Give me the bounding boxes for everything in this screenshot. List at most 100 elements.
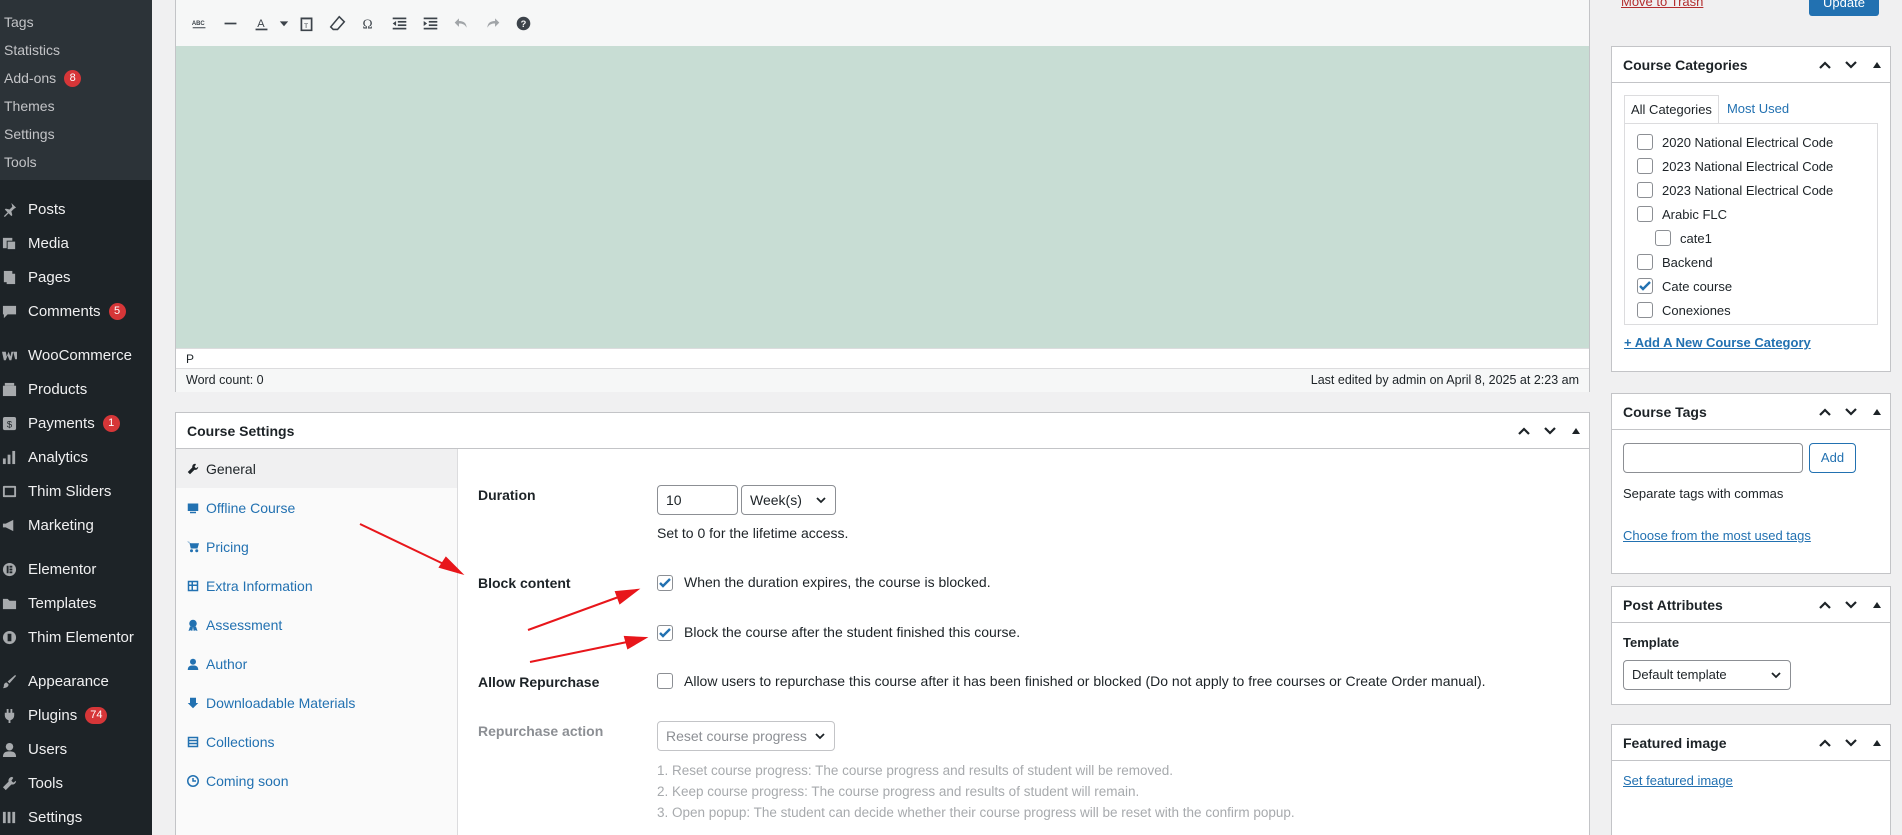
category-checkbox[interactable] (1637, 302, 1653, 318)
chevron-down-icon[interactable] (1838, 52, 1864, 78)
choose-tags-link[interactable]: Choose from the most used tags (1623, 528, 1811, 543)
block-expire-checkbox[interactable] (657, 575, 673, 591)
help-icon[interactable]: ? (508, 9, 539, 37)
paste-text-icon[interactable]: T (291, 9, 322, 37)
chevron-down-icon[interactable] (1838, 399, 1864, 425)
category-checkbox[interactable] (1655, 230, 1671, 246)
text-color-dropdown-icon[interactable] (277, 9, 291, 37)
menu-templates[interactable]: Templates (0, 586, 152, 620)
menu-elementor[interactable]: Elementor (0, 552, 152, 586)
undo-icon[interactable] (446, 9, 477, 37)
category-item[interactable]: Backend (1625, 250, 1877, 274)
tab-general[interactable]: General (176, 449, 457, 488)
settings-icon (0, 810, 28, 825)
toggle-panel-icon[interactable] (1864, 52, 1890, 78)
indent-icon[interactable] (415, 9, 446, 37)
tab-most-used[interactable]: Most Used (1719, 95, 1797, 123)
submenu-tags[interactable]: Tags (0, 8, 152, 36)
menu-users[interactable]: Users (0, 732, 152, 766)
menu-woocommerce[interactable]: WooCommerce (0, 338, 152, 372)
tag-input[interactable] (1623, 443, 1803, 473)
menu-marketing[interactable]: Marketing (0, 508, 152, 542)
tab-all-categories[interactable]: All Categories (1624, 95, 1719, 123)
block-finished-checkbox[interactable] (657, 625, 673, 641)
chevron-up-icon[interactable] (1511, 418, 1537, 444)
category-item[interactable]: Cate course (1625, 274, 1877, 298)
submenu-statistics[interactable]: Statistics (0, 36, 152, 64)
menu-analytics[interactable]: Analytics (0, 440, 152, 474)
category-item[interactable]: 2023 National Electrical Code (1625, 178, 1877, 202)
category-checkbox[interactable] (1637, 182, 1653, 198)
toggle-panel-icon[interactable] (1864, 592, 1890, 618)
category-item[interactable]: Arabic FLC (1625, 202, 1877, 226)
set-featured-image-link[interactable]: Set featured image (1623, 773, 1733, 788)
category-item[interactable]: Conexiones (1625, 298, 1877, 322)
allow-repurchase-checkbox[interactable] (657, 673, 673, 689)
menu-thim-sliders[interactable]: Thim Sliders (0, 474, 152, 508)
duration-unit-select[interactable]: Week(s) (741, 485, 836, 515)
addons-badge: 8 (64, 69, 82, 87)
chevron-down-icon[interactable] (1838, 592, 1864, 618)
submenu-tools[interactable]: Tools (0, 148, 152, 176)
user-icon (187, 658, 199, 670)
tab-extra-information[interactable]: Extra Information (176, 566, 457, 605)
redo-icon[interactable] (477, 9, 508, 37)
outdent-icon[interactable] (384, 9, 415, 37)
chevron-up-icon[interactable] (1812, 592, 1838, 618)
text-color-icon[interactable]: A (246, 9, 277, 37)
menu-posts[interactable]: Posts (0, 192, 152, 226)
submenu-themes[interactable]: Themes (0, 92, 152, 120)
menu-settings[interactable]: Settings (0, 800, 152, 834)
tab-author[interactable]: Author (176, 644, 457, 683)
template-select[interactable]: Default template (1623, 660, 1791, 690)
horizontal-line-icon[interactable] (215, 9, 246, 37)
tab-assessment[interactable]: Assessment (176, 605, 457, 644)
spellcheck-icon[interactable]: ABC (184, 9, 215, 37)
tab-offline-course[interactable]: Offline Course (176, 488, 457, 527)
clear-formatting-icon[interactable] (322, 9, 353, 37)
toggle-panel-icon[interactable] (1864, 730, 1890, 756)
menu-media[interactable]: Media (0, 226, 152, 260)
move-to-trash-link[interactable]: Move to Trash (1621, 0, 1703, 9)
special-character-icon[interactable]: Ω (353, 9, 384, 37)
tab-collections[interactable]: Collections (176, 722, 457, 761)
slider-icon (0, 484, 28, 499)
add-tag-button[interactable]: Add (1809, 443, 1856, 473)
chevron-down-icon[interactable] (1537, 418, 1563, 444)
menu-comments[interactable]: Comments 5 (0, 294, 152, 328)
category-checkbox[interactable] (1637, 134, 1653, 150)
chevron-up-icon[interactable] (1812, 399, 1838, 425)
category-item[interactable]: 2023 National Electrical Code (1625, 154, 1877, 178)
chevron-up-icon[interactable] (1812, 730, 1838, 756)
add-category-link[interactable]: + Add A New Course Category (1624, 335, 1811, 350)
category-checkbox-checked[interactable] (1637, 278, 1653, 294)
menu-payments[interactable]: $ Payments 1 (0, 406, 152, 440)
category-checkbox[interactable] (1637, 206, 1653, 222)
category-checkbox[interactable] (1637, 254, 1653, 270)
tab-downloadable-materials[interactable]: Downloadable Materials (176, 683, 457, 722)
category-checkbox[interactable] (1637, 158, 1653, 174)
menu-tools[interactable]: Tools (0, 766, 152, 800)
repurchase-action-select[interactable]: Reset course progress (657, 721, 835, 751)
menu-products[interactable]: Products (0, 372, 152, 406)
chevron-down-icon[interactable] (1838, 730, 1864, 756)
menu-plugins[interactable]: Plugins 74 (0, 698, 152, 732)
submenu-addons[interactable]: Add-ons 8 (0, 64, 152, 92)
chevron-down-icon (816, 497, 826, 504)
tags-hint: Separate tags with commas (1623, 486, 1784, 501)
category-item[interactable]: 2020 National Electrical Code (1625, 130, 1877, 154)
category-item[interactable]: cate1 (1625, 226, 1877, 250)
tab-pricing[interactable]: Pricing (176, 527, 457, 566)
toggle-panel-icon[interactable] (1563, 418, 1589, 444)
toggle-panel-icon[interactable] (1864, 399, 1890, 425)
duration-input[interactable]: 10 (657, 485, 738, 515)
menu-pages[interactable]: Pages (0, 260, 152, 294)
chevron-up-icon[interactable] (1812, 52, 1838, 78)
menu-thim-elementor[interactable]: Thim Elementor (0, 620, 152, 654)
submenu-settings[interactable]: Settings (0, 120, 152, 148)
menu-appearance[interactable]: Appearance (0, 664, 152, 698)
editor-canvas[interactable] (176, 46, 1589, 348)
element-path: P (176, 348, 1589, 368)
tab-coming-soon[interactable]: Coming soon (176, 761, 457, 800)
update-button[interactable]: Update (1809, 0, 1879, 16)
